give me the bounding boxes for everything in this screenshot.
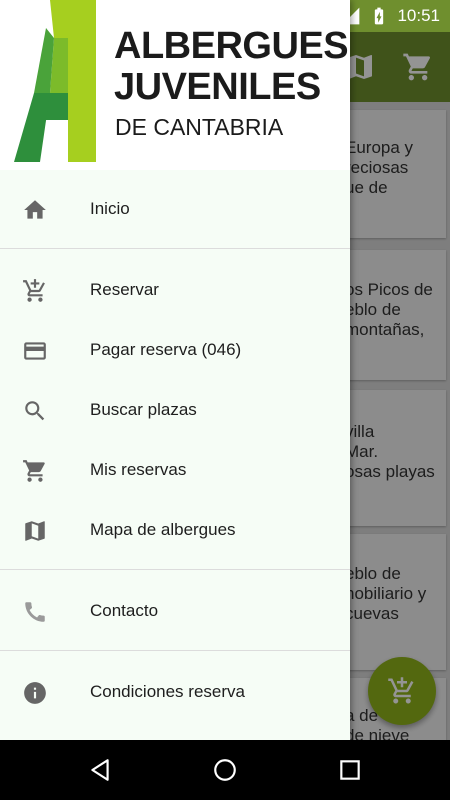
- home-icon: [24, 200, 46, 219]
- menu-item-inicio[interactable]: Inicio: [0, 179, 350, 239]
- info-icon: [24, 682, 46, 704]
- drawer-header: ALBERGUES JUVENILES DE CANTABRIA: [0, 0, 350, 170]
- menu-item-label: Condiciones reserva: [90, 682, 245, 701]
- cart-icon: [23, 460, 45, 482]
- menu-item-mapa-albergues[interactable]: Mapa de albergues: [0, 500, 350, 560]
- menu-divider: [0, 248, 350, 249]
- recents-icon[interactable]: [337, 757, 363, 783]
- navigation-drawer: ALBERGUES JUVENILES DE CANTABRIA Inicio …: [0, 0, 350, 740]
- logo-title-line3: DE CANTABRIA: [115, 114, 284, 140]
- menu-item-buscar-plazas[interactable]: Buscar plazas: [0, 380, 350, 440]
- map-icon: [25, 521, 45, 541]
- search-icon: [25, 401, 45, 421]
- battery-icon: [375, 7, 384, 25]
- logo-title-line2: JUVENILES: [114, 66, 321, 108]
- menu-item-label: Mapa de albergues: [90, 520, 236, 539]
- menu-item-label: Contacto: [90, 601, 159, 620]
- albergues-logo-mark: [14, 0, 96, 162]
- menu-item-contacto[interactable]: Contacto: [0, 581, 350, 641]
- menu-item-label: Reservar: [90, 280, 159, 299]
- credit-card-icon: [24, 342, 46, 360]
- phone-icon: [25, 602, 45, 622]
- screen: Europa y reciosas ue de os Picos de eblo de…: [0, 0, 450, 800]
- menu-item-mis-reservas[interactable]: Mis reservas: [0, 440, 350, 500]
- add-cart-icon: [23, 279, 45, 302]
- menu-item-label: Buscar plazas: [90, 400, 197, 419]
- system-nav-bar: [0, 740, 450, 800]
- menu-item-label: Pagar reserva (046): [90, 340, 242, 359]
- menu-item-pagar-reserva[interactable]: Pagar reserva (046): [0, 320, 350, 380]
- menu-item-reservar[interactable]: Reservar: [0, 260, 350, 320]
- status-clock: 10:51: [397, 6, 440, 25]
- menu-item-label: Mis reservas: [90, 460, 187, 479]
- menu-item-condiciones-reserva[interactable]: Condiciones reserva: [0, 662, 350, 722]
- logo-title-line1: ALBERGUES: [114, 25, 349, 67]
- menu-item-partial[interactable]: [0, 722, 350, 740]
- home-circle-icon[interactable]: [212, 757, 238, 783]
- back-icon[interactable]: [87, 757, 113, 783]
- menu-divider: [0, 650, 350, 651]
- menu-item-label: Inicio: [90, 199, 130, 218]
- menu-divider: [0, 569, 350, 570]
